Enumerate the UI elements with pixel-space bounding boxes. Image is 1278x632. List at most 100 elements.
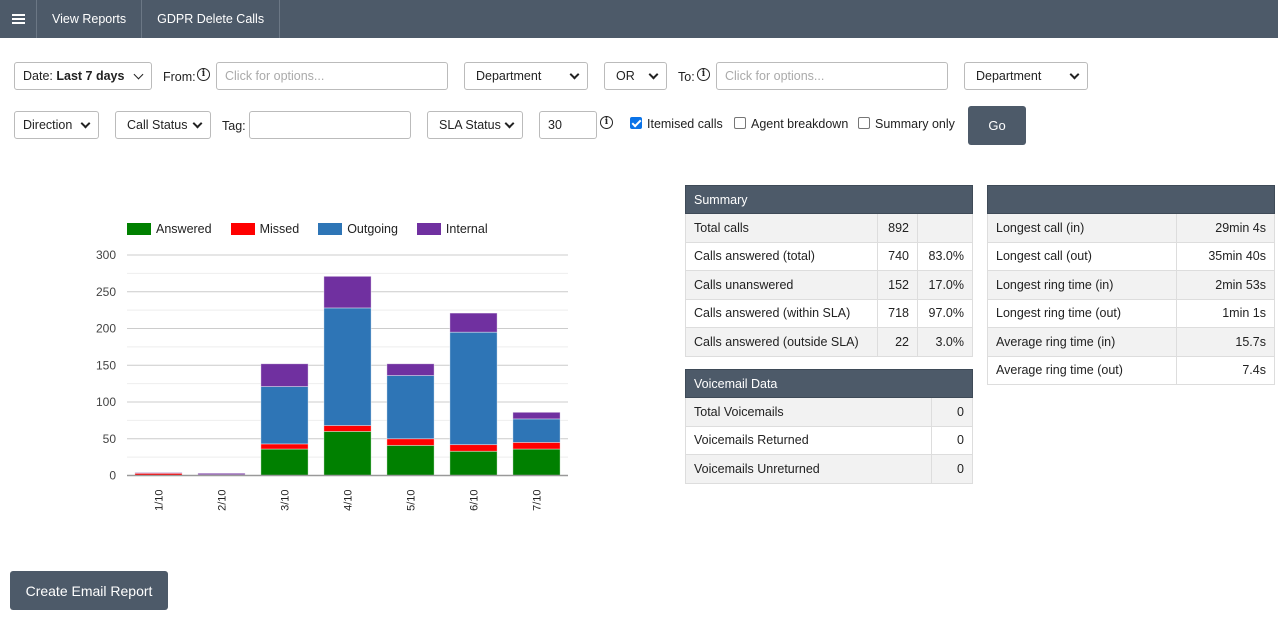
row-value: 15.7s <box>1176 327 1275 357</box>
row-value: 718 <box>877 298 918 328</box>
chevron-down-icon <box>648 69 659 80</box>
agent-breakdown-checkbox[interactable] <box>734 117 746 129</box>
timings-row: Longest ring time (out) 1min 1s <box>987 298 1275 328</box>
x-tick-label: 1/10 <box>154 490 166 511</box>
y-tick-label: 250 <box>96 285 116 299</box>
row-value: 7.4s <box>1176 355 1275 385</box>
to-department-select[interactable]: Department <box>964 62 1088 90</box>
voicemail-title: Voicemail Data <box>685 369 973 398</box>
bar-internal-6/10 <box>449 312 498 333</box>
bar-outgoing-6/10 <box>449 331 498 446</box>
voicemail-row: Voicemails Unreturned 0 <box>685 454 973 484</box>
bar-outgoing-3/10 <box>260 386 309 445</box>
summary-only-label: Summary only <box>875 117 955 131</box>
row-label: Average ring time (out) <box>987 355 1177 385</box>
summary-row: Calls answered (within SLA) 718 97.0% <box>685 298 973 328</box>
itemised-calls-label: Itemised calls <box>647 117 723 131</box>
y-tick-label: 200 <box>96 322 116 336</box>
row-value: 29min 4s <box>1176 213 1275 243</box>
x-tick-label: 2/10 <box>217 490 229 511</box>
row-label: Calls answered (total) <box>685 241 878 271</box>
row-value: 740 <box>877 241 918 271</box>
to-department-value: Department <box>976 69 1042 83</box>
row-value: 0 <box>931 397 973 427</box>
x-tick-label: 4/10 <box>343 490 355 511</box>
row-label: Longest ring time (in) <box>987 270 1177 300</box>
to-info-icon[interactable]: i <box>697 68 710 81</box>
y-tick-label: 300 <box>96 248 116 262</box>
summary-only-checkbox[interactable] <box>858 117 870 129</box>
bar-internal-1/10 <box>134 472 183 474</box>
summary-title: Summary <box>685 185 973 214</box>
to-input[interactable]: Click for options... <box>716 62 948 90</box>
bar-missed-6/10 <box>449 444 498 452</box>
to-label: To: <box>678 70 695 84</box>
bar-internal-7/10 <box>512 411 561 420</box>
row-value: 35min 40s <box>1176 241 1275 271</box>
create-email-report-button[interactable]: Create Email Report <box>10 571 168 610</box>
row-label: Calls answered (within SLA) <box>685 298 878 328</box>
voicemail-table: Voicemail Data Total Voicemails 0 Voicemai… <box>685 369 973 484</box>
row-label: Longest call (out) <box>987 241 1177 271</box>
row-label: Longest ring time (out) <box>987 298 1177 328</box>
row-label: Average ring time (in) <box>987 327 1177 357</box>
bar-missed-7/10 <box>512 442 561 450</box>
bar-outgoing-7/10 <box>512 418 561 443</box>
bar-internal-3/10 <box>260 363 309 387</box>
itemised-calls-checkbox[interactable] <box>630 117 642 129</box>
y-tick-label: 0 <box>109 469 116 483</box>
row-value: 0 <box>931 454 973 484</box>
voicemail-row: Voicemails Returned 0 <box>685 425 973 455</box>
bar-missed-3/10 <box>260 443 309 450</box>
timings-row: Longest ring time (in) 2min 53s <box>987 270 1275 300</box>
row-percent: 97.0% <box>917 298 973 328</box>
bar-outgoing-5/10 <box>386 375 435 440</box>
logic-select[interactable]: OR <box>604 62 667 90</box>
summary-row: Total calls 892 <box>685 213 973 243</box>
agent-breakdown-label: Agent breakdown <box>751 117 849 131</box>
chevron-down-icon <box>1069 69 1080 80</box>
row-value: 22 <box>877 327 918 357</box>
row-percent: 3.0% <box>917 327 973 357</box>
x-tick-label: 7/10 <box>532 490 544 511</box>
bar-internal-5/10 <box>386 363 435 376</box>
row-label: Voicemails Unreturned <box>685 454 932 484</box>
summary-row: Calls unanswered 152 17.0% <box>685 270 973 300</box>
x-tick-label: 5/10 <box>406 490 418 511</box>
summary-row: Calls answered (outside SLA) 22 3.0% <box>685 327 973 357</box>
row-value: 892 <box>877 213 918 243</box>
go-button[interactable]: Go <box>968 106 1026 145</box>
bar-answered-5/10 <box>386 444 435 476</box>
timings-table: Longest call (in) 29min 4s Longest call (o… <box>987 185 1275 385</box>
bar-internal-4/10 <box>323 275 372 309</box>
timings-row: Longest call (out) 35min 40s <box>987 241 1275 271</box>
bar-internal-2/10 <box>197 472 246 476</box>
y-tick-label: 50 <box>103 432 117 446</box>
summary-row: Calls answered (total) 740 83.0% <box>685 241 973 271</box>
x-tick-label: 3/10 <box>280 490 292 511</box>
bar-missed-5/10 <box>386 438 435 446</box>
timings-row: Average ring time (in) 15.7s <box>987 327 1275 357</box>
row-label: Longest call (in) <box>987 213 1177 243</box>
row-percent <box>917 213 973 243</box>
row-value: 1min 1s <box>1176 298 1275 328</box>
bar-missed-4/10 <box>323 425 372 432</box>
calls-stacked-bar-chart: 0 50 100 150 200 250 300 1/10 2/10 3/10 4/10 5/10 6/… <box>96 248 568 511</box>
sla-info-icon[interactable]: i <box>600 116 613 129</box>
row-percent: 83.0% <box>917 241 973 271</box>
voicemail-row: Total Voicemails 0 <box>685 397 973 427</box>
bar-answered-7/10 <box>512 448 561 476</box>
y-tick-label: 100 <box>96 395 116 409</box>
summary-table: Summary Total calls 892 Calls answered (to… <box>685 185 973 357</box>
row-label: Voicemails Returned <box>685 425 932 455</box>
timings-row: Longest call (in) 29min 4s <box>987 213 1275 243</box>
x-tick-label: 6/10 <box>469 490 481 511</box>
timings-title <box>987 185 1275 214</box>
row-value: 2min 53s <box>1176 270 1275 300</box>
bar-outgoing-4/10 <box>323 307 372 426</box>
bar-answered-3/10 <box>260 448 309 476</box>
bar-answered-6/10 <box>449 450 498 476</box>
row-label: Total Voicemails <box>685 397 932 427</box>
bar-answered-4/10 <box>323 430 372 476</box>
timings-row: Average ring time (out) 7.4s <box>987 355 1275 385</box>
